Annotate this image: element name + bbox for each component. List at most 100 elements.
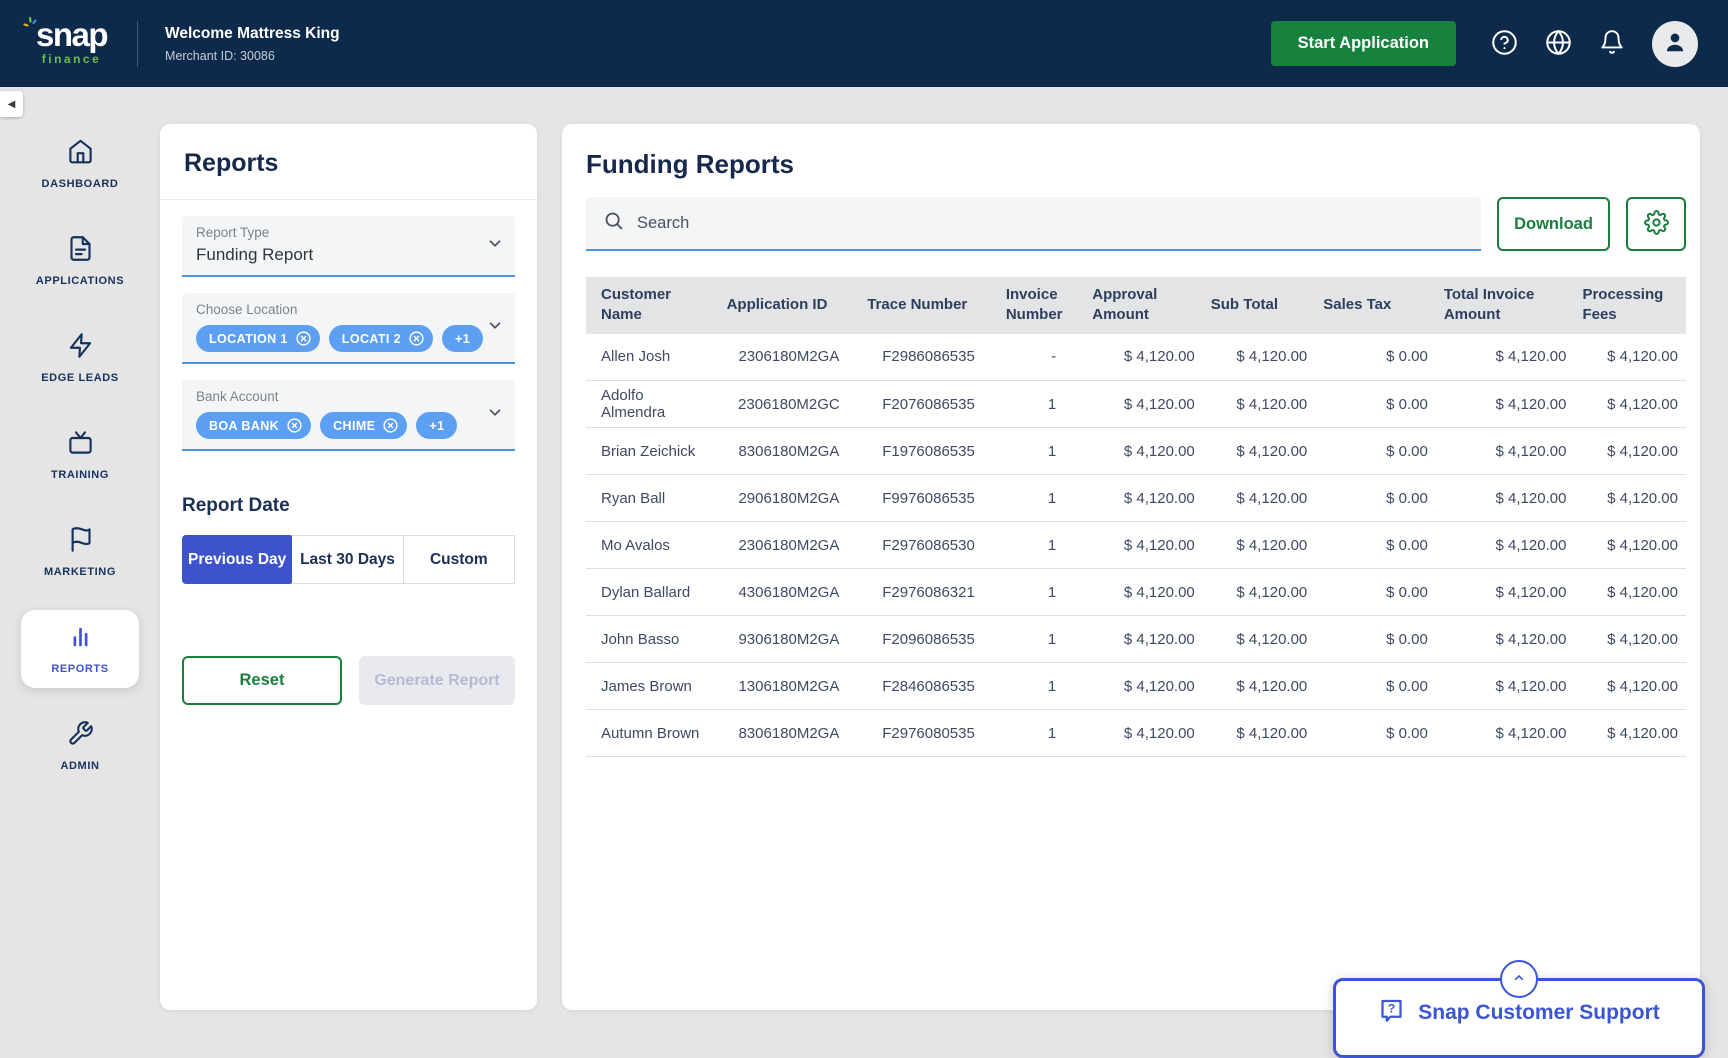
table-cell: $ 0.00 [1315, 334, 1436, 381]
table-cell: Brian Zeichick [586, 428, 719, 475]
panel-divider [160, 199, 537, 200]
location-overflow-badge[interactable]: +1 [442, 325, 483, 352]
location-chip[interactable]: LOCATI 2 [329, 325, 433, 352]
table-cell: $ 0.00 [1315, 710, 1436, 757]
table-cell: $ 4,120.00 [1203, 334, 1316, 381]
table-cell: $ 4,120.00 [1574, 569, 1686, 616]
bank-chip[interactable]: CHIME [320, 412, 407, 439]
notifications-button[interactable] [1598, 30, 1626, 58]
search-box[interactable] [586, 197, 1481, 251]
funding-reports-panel: Funding Reports Download [562, 124, 1700, 1010]
chip-remove-button[interactable] [295, 330, 312, 347]
chevron-down-icon [486, 316, 504, 339]
bar-chart-icon [67, 623, 94, 655]
generate-report-button[interactable]: Generate Report [359, 656, 515, 705]
date-option-last-30-days[interactable]: Last 30 Days [292, 535, 403, 584]
table-cell: 1 [998, 475, 1084, 522]
circle-x-icon [295, 330, 312, 347]
date-option-custom[interactable]: Custom [404, 535, 515, 584]
table-cell: $ 4,120.00 [1436, 334, 1575, 381]
sidebar-item-applications[interactable]: APPLICATIONS [21, 222, 139, 300]
table-cell: $ 4,120.00 [1203, 616, 1316, 663]
sidebar-item-label: MARKETING [44, 566, 116, 578]
bank-overflow-badge[interactable]: +1 [416, 412, 457, 439]
table-row: Dylan Ballard4306180M2GAF29760863211$ 4,… [586, 569, 1686, 616]
table-cell: 2906180M2GA [719, 475, 860, 522]
table-cell: 1 [998, 616, 1084, 663]
chip-label: BOA BANK [209, 419, 279, 433]
table-cell: F2846086535 [859, 663, 998, 710]
table-cell: $ 4,120.00 [1203, 569, 1316, 616]
download-button[interactable]: Download [1497, 197, 1610, 251]
chip-remove-button[interactable] [382, 417, 399, 434]
table-cell: $ 4,120.00 [1436, 428, 1575, 475]
chip-remove-button[interactable] [286, 417, 303, 434]
home-icon [67, 138, 94, 170]
column-header-processing-fees: Processing Fees [1574, 277, 1686, 334]
table-cell: 2306180M2GA [719, 522, 860, 569]
sidebar-item-edge-leads[interactable]: EDGE LEADS [21, 319, 139, 397]
table-cell: $ 4,120.00 [1203, 522, 1316, 569]
table-cell: $ 4,120.00 [1574, 663, 1686, 710]
bank-account-select[interactable]: Bank Account BOA BANK CHIME [182, 380, 515, 451]
account-avatar-button[interactable] [1652, 21, 1698, 67]
chevron-down-icon [486, 403, 504, 426]
table-cell: $ 4,120.00 [1084, 334, 1203, 381]
help-button[interactable] [1490, 30, 1518, 58]
table-row: Autumn Brown8306180M2GAF29760805351$ 4,1… [586, 710, 1686, 757]
language-button[interactable] [1544, 30, 1572, 58]
sidebar-item-admin[interactable]: ADMIN [21, 707, 139, 785]
table-cell: $ 4,120.00 [1084, 569, 1203, 616]
reset-button[interactable]: Reset [182, 656, 342, 705]
table-settings-button[interactable] [1626, 197, 1686, 251]
sidebar-collapse-button[interactable]: ◀ [0, 91, 23, 117]
sidebar-item-training[interactable]: TRAINING [21, 416, 139, 494]
report-date-heading: Report Date [182, 495, 515, 517]
sidebar-item-label: DASHBOARD [42, 178, 119, 190]
table-cell: $ 4,120.00 [1574, 334, 1686, 381]
table-cell: $ 4,120.00 [1574, 616, 1686, 663]
table-cell: $ 4,120.00 [1203, 381, 1316, 428]
reports-filter-panel: Reports Report Type Funding Report Choos… [160, 124, 537, 1010]
table-cell: 1 [998, 522, 1084, 569]
table-row: Allen Josh2306180M2GAF2986086535-$ 4,120… [586, 334, 1686, 381]
flag-icon [67, 526, 94, 558]
sidebar-item-reports[interactable]: REPORTS [21, 610, 139, 688]
chip-label: LOCATION 1 [209, 332, 288, 346]
start-application-button[interactable]: Start Application [1271, 21, 1456, 66]
report-type-select[interactable]: Report Type Funding Report [182, 216, 515, 277]
bank-chip[interactable]: BOA BANK [196, 412, 311, 439]
table-cell: 1 [998, 710, 1084, 757]
table-row: Mo Avalos2306180M2GAF29760865301$ 4,120.… [586, 522, 1686, 569]
table-row: John Basso9306180M2GAF20960865351$ 4,120… [586, 616, 1686, 663]
sidebar-item-marketing[interactable]: MARKETING [21, 513, 139, 591]
sidebar-item-dashboard[interactable]: DASHBOARD [21, 125, 139, 203]
table-cell: $ 0.00 [1315, 522, 1436, 569]
table-row: Brian Zeichick8306180M2GAF19760865351$ 4… [586, 428, 1686, 475]
table-cell: $ 4,120.00 [1084, 381, 1203, 428]
table-cell: 2306180M2GA [719, 334, 860, 381]
table-cell: $ 4,120.00 [1574, 428, 1686, 475]
lightning-icon [67, 332, 94, 364]
table-cell: $ 4,120.00 [1084, 616, 1203, 663]
chip-remove-button[interactable] [408, 330, 425, 347]
person-icon [1662, 29, 1688, 58]
panel-title: Reports [160, 124, 537, 199]
search-icon [603, 210, 624, 236]
choose-location-select[interactable]: Choose Location LOCATION 1 LOCATI 2 [182, 293, 515, 364]
table-cell: $ 4,120.00 [1084, 428, 1203, 475]
customer-support-widget[interactable]: ? Snap Customer Support [1333, 978, 1705, 1058]
date-option-previous-day[interactable]: Previous Day [182, 535, 292, 584]
column-header-customer-name: Customer Name [586, 277, 719, 334]
table-cell: $ 0.00 [1315, 569, 1436, 616]
location-chip[interactable]: LOCATION 1 [196, 325, 320, 352]
page-title: Funding Reports [586, 124, 1686, 180]
search-input[interactable] [637, 214, 1464, 233]
column-header-total-invoice-amount: Total Invoice Amount [1436, 277, 1575, 334]
table-cell: F2076086535 [859, 381, 998, 428]
welcome-title: Welcome Mattress King [165, 25, 340, 43]
support-expand-button[interactable] [1500, 960, 1538, 998]
table-cell: F2976080535 [859, 710, 998, 757]
table-cell: $ 4,120.00 [1084, 522, 1203, 569]
logo-text: snap [36, 21, 107, 49]
